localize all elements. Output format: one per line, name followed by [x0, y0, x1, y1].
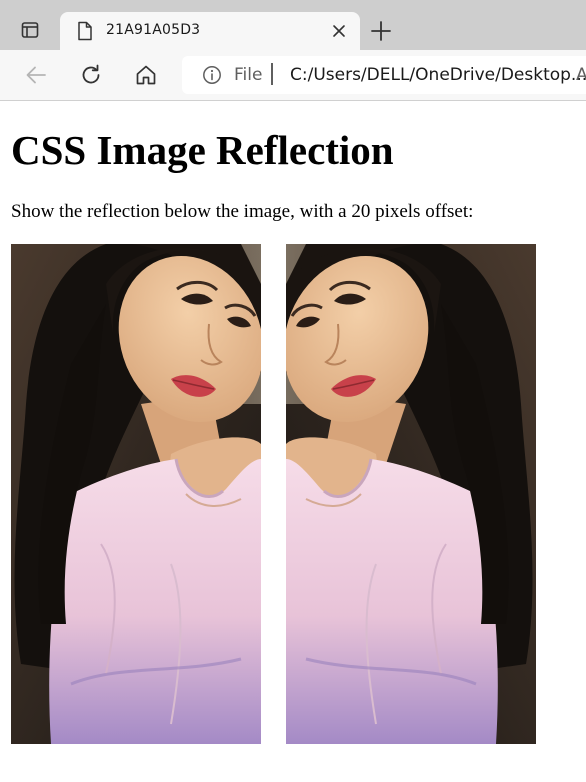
home-button[interactable]: [132, 61, 160, 89]
close-icon: [333, 25, 345, 37]
tab-strip: 21A91A05D3: [0, 0, 586, 50]
back-arrow-icon: [26, 66, 46, 84]
page-icon: [78, 21, 92, 41]
refresh-button[interactable]: [77, 61, 105, 89]
scheme-label: File: [234, 65, 263, 85]
tab-actions-icon: [21, 22, 39, 38]
page-title: CSS Image Reflection: [11, 127, 394, 173]
toolbar-overflow-text[interactable]: A: [576, 65, 586, 85]
address-bar[interactable]: File C:/Users/DELL/OneDrive/Desktop... A: [182, 56, 586, 94]
tab-actions-button[interactable]: [12, 12, 48, 48]
info-icon[interactable]: [202, 65, 222, 85]
reflection-image: [286, 244, 536, 744]
back-button[interactable]: [22, 61, 50, 89]
plus-icon: [371, 21, 391, 41]
home-icon: [136, 65, 156, 85]
page-description: Show the reflection below the image, wit…: [11, 201, 474, 222]
new-tab-button[interactable]: [368, 18, 394, 44]
address-separator: [271, 63, 273, 85]
url-text[interactable]: C:/Users/DELL/OneDrive/Desktop...: [290, 65, 586, 85]
tab-title: 21A91A05D3: [106, 22, 201, 38]
active-tab[interactable]: 21A91A05D3: [60, 12, 360, 50]
browser-toolbar: File C:/Users/DELL/OneDrive/Desktop... A: [0, 50, 586, 101]
portrait-image: [11, 244, 261, 744]
close-tab-button[interactable]: [328, 20, 350, 42]
refresh-icon: [82, 64, 100, 84]
